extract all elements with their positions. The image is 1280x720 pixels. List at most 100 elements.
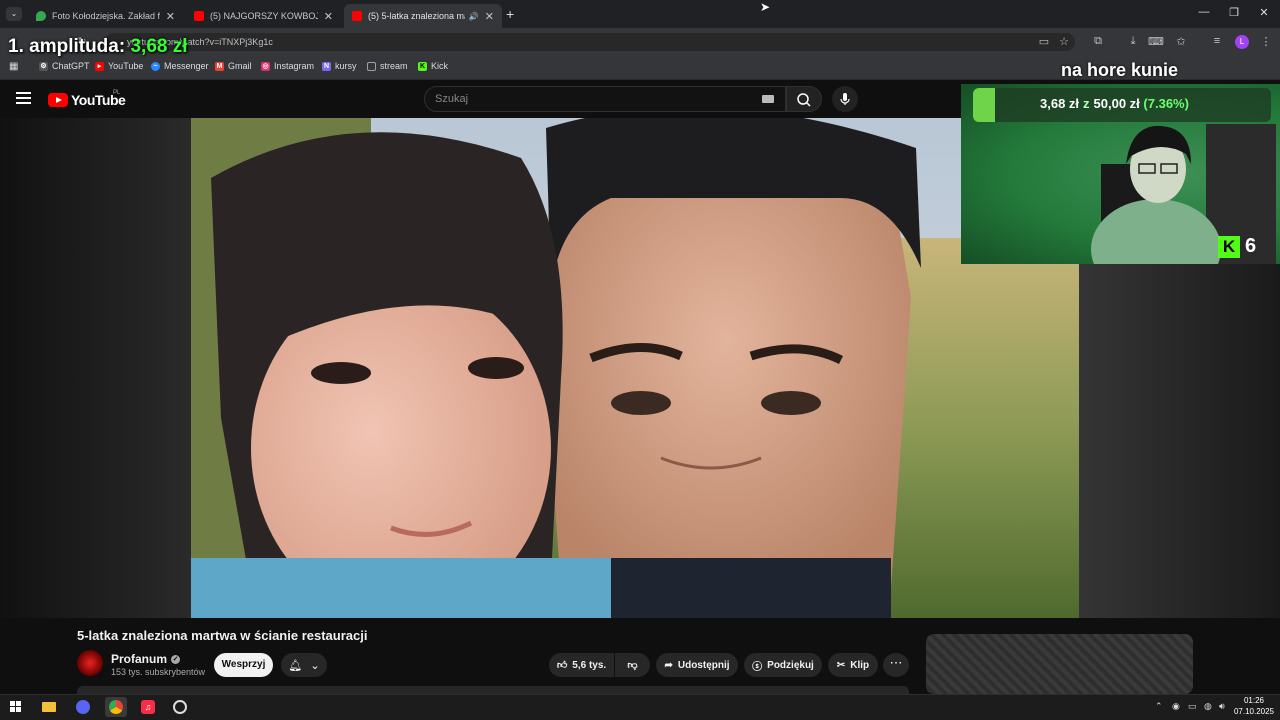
download-icon[interactable]: ⤓ xyxy=(1125,35,1141,48)
clip-label: Klip xyxy=(850,659,870,671)
notifications-button[interactable]: 🔔︎ ⌄ xyxy=(281,653,327,677)
restore-button[interactable]: ❐ xyxy=(1224,6,1244,19)
bookmark-kick[interactable]: K Kick xyxy=(418,61,448,71)
tray-app-icon[interactable]: ◉ xyxy=(1172,701,1180,712)
subscriber-count: 153 tys. subskrybentów xyxy=(111,667,206,677)
chevron-down-icon: ⌄ xyxy=(310,659,320,672)
share-button[interactable]: ➦ Udostępnij xyxy=(656,653,738,677)
voice-search-button[interactable] xyxy=(832,86,858,112)
close-window-button[interactable]: ✕ xyxy=(1254,6,1274,19)
tab-foto[interactable]: Foto Kołodziejska. Zakład fotog ✕ xyxy=(28,4,183,28)
tab-kowboj[interactable]: (5) NAJGORSZY KOWBOJ ROBI ✕ xyxy=(186,4,341,28)
amplitude-value: 3,68 zł xyxy=(130,36,188,57)
bookmark-stream[interactable]: stream xyxy=(367,61,408,71)
file-explorer-icon[interactable] xyxy=(38,697,60,717)
channel-name: Profanum xyxy=(111,652,168,666)
new-tab-button[interactable]: + xyxy=(506,6,514,22)
minimize-button[interactable]: — xyxy=(1194,6,1214,18)
like-button[interactable]: 👍︎ 5,6 tys. xyxy=(549,653,614,677)
bookmark-label: Instagram xyxy=(274,61,315,71)
bookmark-label: ChatGPT xyxy=(52,61,90,71)
bookmark-chatgpt[interactable]: ⚙ ChatGPT xyxy=(39,61,90,71)
profile-avatar[interactable]: L xyxy=(1235,35,1249,49)
search-button[interactable] xyxy=(786,86,822,112)
mouse-cursor-icon: ➤ xyxy=(760,0,771,14)
kick-logo-icon: K xyxy=(1218,235,1240,258)
youtube-icon xyxy=(352,11,362,21)
folder-icon xyxy=(367,61,376,71)
thanks-button[interactable]: ⓢ Podziękuj xyxy=(744,653,822,677)
tab-5latka[interactable]: (5) 5-latka znaleziona martw 🔊 ✕ xyxy=(344,4,502,28)
stream-banner-text: na hore kunie xyxy=(1061,60,1179,80)
translate-icon[interactable]: ⌨ xyxy=(1148,35,1164,48)
maps-pin-icon xyxy=(36,11,46,21)
music-icon[interactable]: ♫ xyxy=(137,697,159,717)
tray-discord-icon[interactable]: ◍ xyxy=(1204,701,1212,712)
menu-kebab-icon[interactable]: ⋮ xyxy=(1258,35,1274,48)
video-player[interactable] xyxy=(191,118,1079,618)
bookmark-star-icon[interactable]: ☆ xyxy=(1056,35,1072,48)
kick-viewer-badge: K 6 xyxy=(1218,235,1256,258)
sidebar-ad-card[interactable] xyxy=(926,634,1193,694)
discord-icon[interactable] xyxy=(72,697,94,717)
channel-avatar[interactable] xyxy=(77,650,103,676)
bookmark-messenger[interactable]: ~ Messenger xyxy=(151,61,209,71)
gmail-icon: M xyxy=(215,61,224,71)
windows-start-icon[interactable] xyxy=(5,697,27,717)
more-actions-button[interactable]: ⋯ xyxy=(883,653,909,677)
address-bar[interactable]: youtube.com/watch?v=iTNXPj3Kg1c xyxy=(105,33,1075,51)
hamburger-menu-icon[interactable] xyxy=(16,92,31,104)
extensions-icon[interactable]: ⧉ xyxy=(1090,35,1106,48)
description-box[interactable] xyxy=(77,686,909,694)
kick-viewer-count: 6 xyxy=(1245,235,1257,257)
goal-target: 50,00 zł xyxy=(1093,96,1140,111)
keyboard-icon[interactable] xyxy=(762,95,774,103)
bookmark-instagram[interactable]: ◎ Instagram xyxy=(261,61,314,71)
tray-network-icon[interactable]: ▭ xyxy=(1188,701,1197,712)
goal-percent: (7.36%) xyxy=(1143,96,1189,111)
bookmark-label: kursy xyxy=(335,61,357,71)
bookmark-label: stream xyxy=(380,61,408,71)
goal-progress-fill xyxy=(973,88,995,122)
country-code: PL xyxy=(113,90,121,96)
thanks-dollar-icon: ⓢ xyxy=(752,661,763,673)
clip-button[interactable]: ✂ Klip xyxy=(828,653,878,677)
share-label: Udostępnij xyxy=(677,659,730,671)
chatgpt-icon: ⚙ xyxy=(39,61,48,71)
bookmark-kursy[interactable]: Nkursy xyxy=(322,61,357,71)
chrome-icon[interactable] xyxy=(105,697,127,717)
audio-playing-icon[interactable]: 🔊 xyxy=(469,12,479,21)
apps-grid-icon[interactable]: ▦ xyxy=(9,61,18,72)
dislike-button[interactable]: 👎︎ xyxy=(615,653,650,677)
bell-icon: 🔔︎ xyxy=(288,659,303,672)
donation-goal-bar: 3,68 zł z 50,00 zł (7.36%) xyxy=(973,88,1271,122)
media-queue-icon[interactable]: ≡ xyxy=(1209,35,1225,47)
bookmark-label: Kick xyxy=(431,61,449,71)
obs-icon[interactable] xyxy=(169,697,191,717)
close-tab-icon[interactable]: ✕ xyxy=(324,10,333,23)
notion-icon: N xyxy=(322,61,331,71)
goal-of: z xyxy=(1083,96,1090,111)
bookmark-youtube[interactable]: ▸ YouTube xyxy=(95,61,143,71)
microphone-icon xyxy=(840,93,850,105)
goal-current: 3,68 zł xyxy=(1040,96,1080,111)
close-tab-icon[interactable]: ✕ xyxy=(485,10,494,23)
search-input[interactable]: Szukaj xyxy=(424,86,786,112)
close-tab-icon[interactable]: ✕ xyxy=(166,10,175,23)
tab-title: (5) 5-latka znaleziona martw xyxy=(368,11,465,21)
tab-search-icon[interactable]: ⌄ xyxy=(6,7,22,21)
favorites-icon[interactable]: ✩ xyxy=(1173,35,1189,48)
volume-icon[interactable]: 🔊︎ xyxy=(1219,701,1225,712)
cast-icon[interactable]: ▭ xyxy=(1036,35,1052,48)
amplitude-label: 1. amplituda: xyxy=(8,36,126,57)
tray-chevron-icon[interactable]: ⌃ xyxy=(1155,701,1163,712)
channel-name-row[interactable]: Profanum ✓ xyxy=(111,652,181,666)
system-clock[interactable]: 01:26 07.10.2025 xyxy=(1232,695,1276,717)
bookmark-label: Messenger xyxy=(164,61,209,71)
bookmark-gmail[interactable]: M Gmail xyxy=(215,61,252,71)
video-frame xyxy=(191,118,1079,618)
tab-title: Foto Kołodziejska. Zakład fotog xyxy=(52,11,160,21)
thumbs-up-icon: 👍︎ xyxy=(556,660,568,671)
support-button[interactable]: Wesprzyj xyxy=(214,653,273,677)
like-count: 5,6 tys. xyxy=(572,659,607,671)
